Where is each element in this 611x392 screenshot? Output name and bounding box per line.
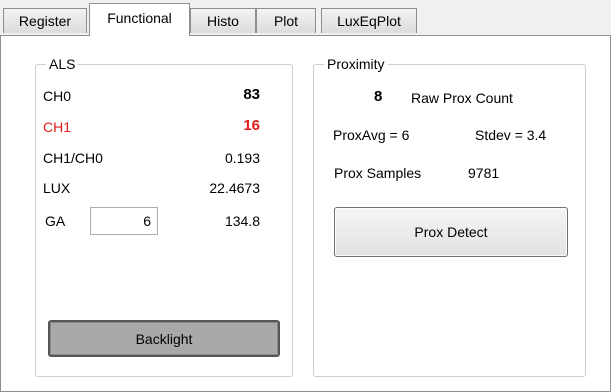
tab-register[interactable]: Register — [3, 8, 87, 33]
raw-prox-count-value: 8 — [374, 88, 383, 105]
prox-avg: ProxAvg = 6 — [333, 127, 410, 143]
ch0-label: CH0 — [43, 88, 72, 104]
tab-plot[interactable]: Plot — [256, 8, 316, 33]
ratio-value: 0.193 — [224, 150, 260, 166]
tab-luxeqplot[interactable]: LuxEqPlot — [321, 8, 417, 33]
backlight-button[interactable]: Backlight — [48, 320, 280, 357]
raw-prox-count-label: Raw Prox Count — [411, 90, 513, 106]
ch1-label: CH1 — [43, 119, 72, 135]
prox-detect-button[interactable]: Prox Detect — [334, 207, 568, 257]
ratio-label: CH1/CH0 — [43, 150, 103, 166]
ga-label: GA — [45, 213, 66, 229]
proximity-group-title: Proximity — [324, 55, 388, 73]
tab-functional[interactable]: Functional — [89, 3, 190, 36]
lux-label: LUX — [43, 180, 71, 196]
ch0-value: 83 — [243, 86, 260, 103]
als-group-title: ALS — [46, 55, 79, 73]
stdev: Stdev = 3.4 — [475, 127, 547, 143]
prox-samples-label: Prox Samples — [334, 165, 422, 181]
ga-value: 134.8 — [224, 213, 260, 229]
tab-strip: Register Functional Histo Plot LuxEqPlot — [0, 0, 611, 36]
prox-samples-value: 9781 — [468, 165, 500, 181]
ga-input[interactable] — [90, 207, 158, 235]
tab-histo[interactable]: Histo — [190, 8, 256, 33]
ch1-value: 16 — [243, 117, 260, 134]
lux-value: 22.4673 — [209, 180, 260, 196]
